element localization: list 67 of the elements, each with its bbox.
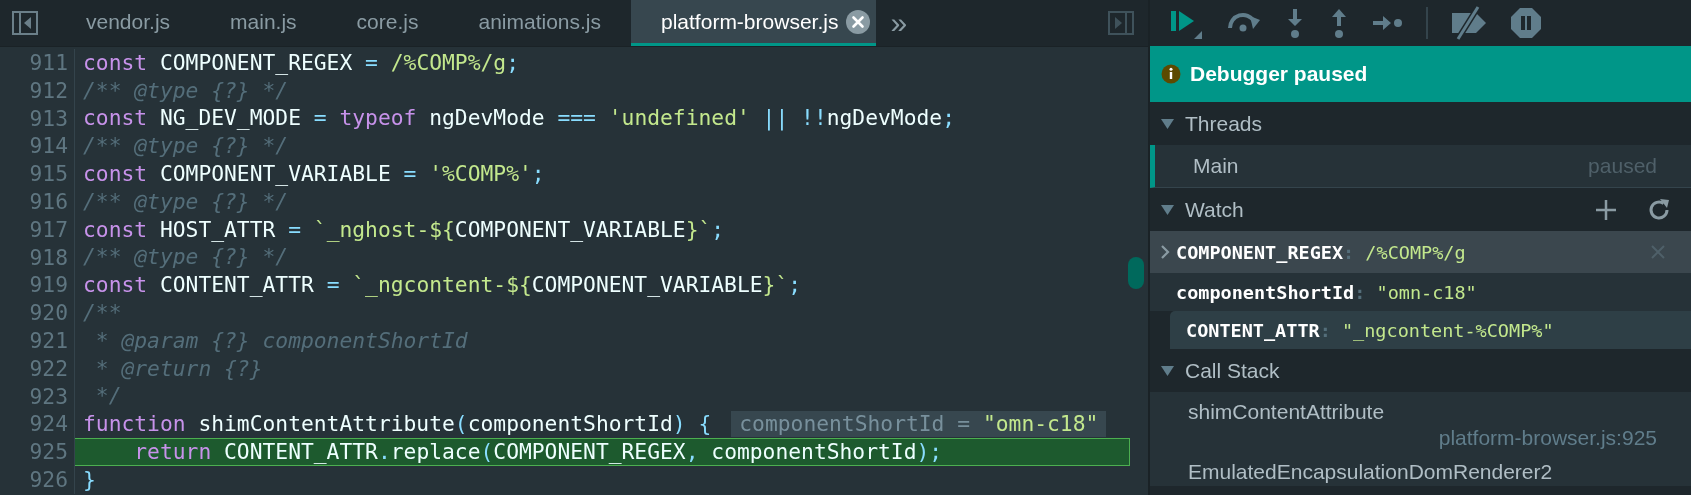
line-number: 916	[0, 188, 75, 216]
more-tabs-button[interactable]: »	[890, 6, 908, 40]
code-line: const COMPONENT_REGEX = /%COMP%/g;	[82, 49, 519, 76]
banner-text: Debugger paused	[1190, 62, 1368, 86]
stack-frame[interactable]: EmulatedEncapsulationDomRenderer2	[1150, 452, 1691, 486]
close-icon[interactable]	[846, 9, 871, 34]
code-line: const CONTENT_ATTR = `_ngcontent-${COMPONENT_VARIABLE}`;	[82, 272, 802, 299]
code-line: function shimContentAttribute(componentShortId) {	[82, 411, 712, 438]
line-number: 913	[0, 104, 75, 133]
frame-function: shimContentAttribute	[1188, 400, 1386, 424]
line-number: 915	[0, 160, 75, 188]
info-icon	[1161, 64, 1181, 84]
caret-icon	[1161, 364, 1174, 377]
inline-value: componentShortId = "omn-c18"	[731, 411, 1107, 438]
line-number: 914	[0, 132, 75, 161]
line-number: 912	[0, 76, 75, 105]
code-line: const COMPONENT_VARIABLE = '%COMP%';	[82, 161, 545, 188]
line-number: 911	[0, 49, 75, 77]
file-tab[interactable]: animations.js	[448, 0, 631, 46]
line-number: 921	[0, 326, 75, 355]
line-number: 920	[0, 299, 75, 327]
section-header[interactable]: Call Stack	[1150, 349, 1691, 392]
line-number: 926	[0, 465, 75, 494]
code-line: * @return {?}	[94, 355, 263, 382]
frame-location: platform-browser.js:925	[1438, 426, 1657, 450]
watch-item[interactable]: componentShortId: "omn-c18"	[1150, 273, 1691, 311]
thread-name: Main	[1193, 154, 1239, 178]
section-header[interactable]: Threads	[1150, 102, 1691, 145]
watch-expression: CONTENT_ATTR: "_ngcontent-%COMP%"	[1186, 319, 1554, 341]
code-line: const HOST_ATTR = `_nghost-${COMPONENT_VARIABLE}`;	[82, 216, 725, 243]
add-icon[interactable]	[1595, 198, 1617, 221]
code-line: /** @type {?} */	[82, 77, 289, 104]
sidebar-toggle-icon[interactable]	[12, 11, 38, 35]
code-line: const NG_DEV_MODE = typeof ngDevMode === 'undefined' || !!ngDevMode;	[82, 105, 955, 132]
code-line: */	[94, 383, 122, 410]
chevron-icon[interactable]	[1160, 244, 1170, 260]
scrollbar-thumb[interactable]	[1128, 257, 1144, 289]
caret-icon	[1161, 203, 1174, 216]
sidebar-toggle-icon[interactable]	[1108, 11, 1134, 35]
stack-frame[interactable]: shimContentAttribute platform-browser.js:925	[1150, 392, 1691, 452]
pause-on-exceptions-icon[interactable]	[1510, 7, 1542, 39]
code-line: /** @type {?} */	[82, 188, 289, 215]
code-line: }	[82, 466, 96, 493]
watch-expression: COMPONENT_REGEX: /%COMP%/g	[1176, 241, 1466, 263]
line-number: 918	[0, 243, 75, 272]
frame-function: EmulatedEncapsulationDomRenderer2	[1188, 460, 1554, 484]
caret-icon	[1161, 117, 1174, 130]
line-number: 922	[0, 354, 75, 383]
line-number: 917	[0, 215, 75, 244]
file-tab[interactable]: main.js	[200, 0, 327, 46]
code-line: /** @type {?} */	[82, 244, 289, 271]
code-line: /** @type {?} */	[82, 133, 289, 160]
code-line: * @param {?} componentShortId	[94, 327, 468, 354]
step-icon[interactable]	[1372, 13, 1404, 33]
watch-expression: componentShortId: "omn-c18"	[1176, 281, 1477, 303]
file-tab[interactable]: core.js	[326, 0, 449, 46]
line-number: 919	[0, 271, 75, 300]
deactivate-breakpoints-icon[interactable]	[1450, 5, 1488, 41]
section-header[interactable]: Watch	[1150, 188, 1565, 231]
file-tab[interactable]: vendor.js	[56, 0, 201, 46]
file-tab[interactable]: platform-browser.js	[631, 0, 877, 46]
watch-item[interactable]: COMPONENT_REGEX: /%COMP%/g	[1150, 231, 1691, 273]
line-number: 923	[0, 382, 75, 411]
code-line: /**	[82, 300, 122, 327]
refresh-icon[interactable]	[1647, 197, 1671, 222]
line-number: 924	[0, 410, 75, 439]
watch-item[interactable]: CONTENT_ATTR: "_ngcontent-%COMP%"	[1170, 311, 1691, 349]
